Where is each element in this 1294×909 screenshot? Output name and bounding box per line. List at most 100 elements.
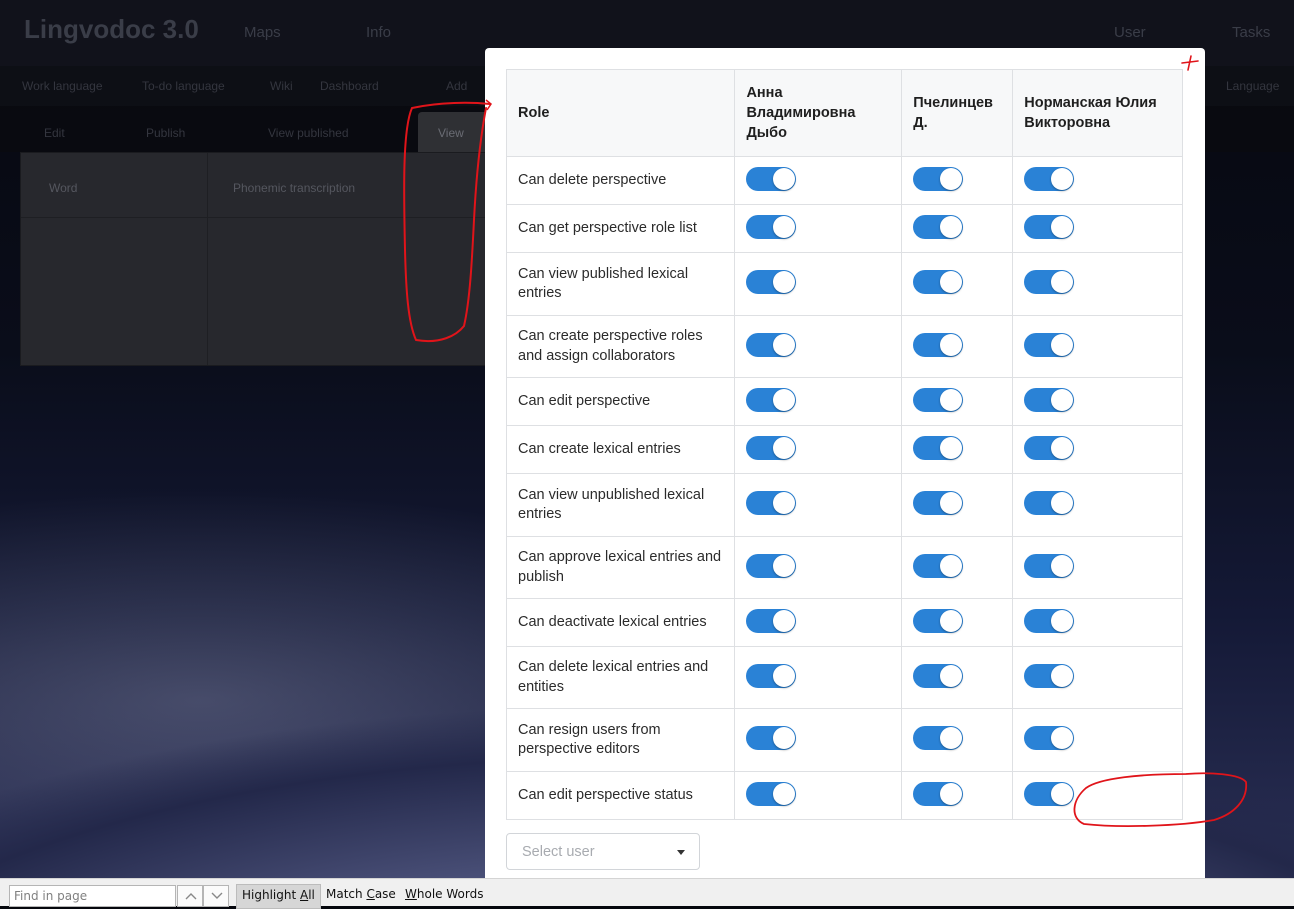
permission-toggle[interactable]: [1024, 608, 1075, 633]
find-field: [9, 885, 176, 907]
permission-toggle[interactable]: [913, 214, 964, 239]
permission-cell: [901, 377, 1014, 426]
table-row: Can deactivate lexical entries: [505, 598, 1183, 647]
roles-table: Role Анна Владимировна Дыбо Пчелинцев Д.…: [505, 69, 1183, 820]
background-panel-divider: [207, 153, 208, 365]
toggle-knob: [1051, 167, 1074, 190]
highlight-all-label: Highlight: [242, 888, 300, 902]
toggle-knob: [1051, 333, 1074, 356]
permission-cell: [734, 598, 903, 647]
permission-toggle[interactable]: [1024, 435, 1075, 460]
toggle-knob: [773, 554, 796, 577]
permission-toggle[interactable]: [913, 332, 964, 357]
toggle-knob: [773, 167, 796, 190]
permission-toggle[interactable]: [746, 332, 797, 357]
toggle-knob: [773, 492, 796, 514]
permission-cell: [734, 156, 903, 205]
permission-toggle[interactable]: [1024, 491, 1075, 515]
permission-toggle[interactable]: [746, 270, 797, 294]
toggle-knob: [773, 333, 796, 356]
role-name: Can view published lexical entries: [505, 252, 736, 316]
permission-cell: [1012, 708, 1183, 772]
toggle-knob: [940, 388, 963, 411]
permission-toggle[interactable]: [913, 726, 964, 750]
permission-toggle[interactable]: [746, 435, 797, 460]
caret-down-icon: [677, 850, 685, 855]
toggle-knob: [1051, 664, 1074, 687]
background-menu-tasks: Tasks: [1232, 24, 1271, 41]
permission-toggle[interactable]: [1024, 214, 1075, 239]
permission-toggle[interactable]: [913, 270, 964, 294]
permission-toggle[interactable]: [746, 214, 797, 239]
toggle-knob: [1051, 271, 1074, 293]
permission-toggle[interactable]: [746, 387, 797, 412]
permission-toggle[interactable]: [913, 387, 964, 412]
background-menu-info: Info: [366, 24, 392, 41]
table-header-row: Role Анна Владимировна Дыбо Пчелинцев Д.…: [505, 69, 1183, 157]
permission-toggle[interactable]: [746, 726, 797, 750]
permission-toggle[interactable]: [1024, 270, 1075, 294]
toggle-knob: [940, 554, 963, 577]
permission-toggle[interactable]: [746, 781, 797, 806]
background-menubar-item: To-do language: [142, 79, 225, 93]
toggle-knob: [940, 271, 963, 293]
permission-toggle[interactable]: [913, 166, 964, 191]
toggle-knob: [940, 664, 963, 687]
permission-toggle[interactable]: [1024, 663, 1075, 688]
role-name: Can edit perspective status: [505, 771, 736, 820]
table-row: Can create lexical entries: [505, 425, 1183, 474]
toggle-knob: [1051, 554, 1074, 577]
permission-cell: [1012, 204, 1183, 253]
role-name: Can approve lexical entries and publish: [505, 536, 736, 599]
permission-cell: [734, 646, 903, 709]
find-previous-button[interactable]: [177, 885, 203, 907]
background-panel: Word Phonemic transcription: [20, 152, 492, 366]
table-row: Can view published lexical entries: [505, 252, 1183, 316]
permission-cell: [1012, 646, 1183, 709]
permission-toggle[interactable]: [913, 608, 964, 633]
permission-toggle[interactable]: [1024, 553, 1075, 578]
role-name: Can create perspective roles and assign …: [505, 315, 736, 378]
table-row: Can get perspective role list: [505, 204, 1183, 253]
permission-toggle[interactable]: [913, 491, 964, 515]
role-name: Can delete lexical entries and entities: [505, 646, 736, 709]
permission-toggle[interactable]: [746, 491, 797, 515]
highlight-all-toggle[interactable]: Highlight All: [236, 884, 321, 909]
permission-cell: [734, 315, 903, 378]
chevron-up-icon: [185, 893, 197, 900]
permission-toggle[interactable]: [746, 553, 797, 578]
table-row: Can approve lexical entries and publish: [505, 536, 1183, 599]
background-menu-user: User: [1114, 24, 1146, 41]
whole-words-label: hole Words: [416, 887, 484, 901]
whole-words-toggle[interactable]: Whole Words: [405, 887, 483, 901]
background-menubar-item: Work language: [22, 79, 103, 93]
permission-toggle[interactable]: [913, 663, 964, 688]
permission-toggle[interactable]: [1024, 726, 1075, 750]
select-user-placeholder: Select user: [522, 844, 595, 860]
permission-cell: [1012, 473, 1183, 537]
permission-toggle[interactable]: [913, 435, 964, 460]
permission-toggle[interactable]: [1024, 781, 1075, 806]
match-case-toggle[interactable]: Match Case: [326, 887, 396, 901]
select-user-dropdown[interactable]: Select user: [506, 833, 700, 870]
toggle-knob: [940, 782, 963, 805]
permission-cell: [734, 771, 903, 820]
whole-words-accesskey: W: [405, 887, 417, 901]
role-name: Can get perspective role list: [505, 204, 736, 253]
permission-toggle[interactable]: [1024, 387, 1075, 412]
permission-cell: [901, 771, 1014, 820]
permission-toggle[interactable]: [1024, 332, 1075, 357]
permission-toggle[interactable]: [746, 663, 797, 688]
permission-toggle[interactable]: [913, 781, 964, 806]
find-input[interactable]: [14, 887, 164, 905]
toggle-knob: [1051, 436, 1074, 459]
permission-cell: [734, 536, 903, 599]
permission-toggle[interactable]: [746, 608, 797, 633]
permission-toggle[interactable]: [746, 166, 797, 191]
permission-cell: [901, 204, 1014, 253]
background-column-header: Phonemic transcription: [233, 181, 356, 195]
permission-toggle[interactable]: [1024, 166, 1075, 191]
table-row: Can edit perspective: [505, 377, 1183, 426]
find-next-button[interactable]: [203, 885, 229, 907]
permission-toggle[interactable]: [913, 553, 964, 578]
